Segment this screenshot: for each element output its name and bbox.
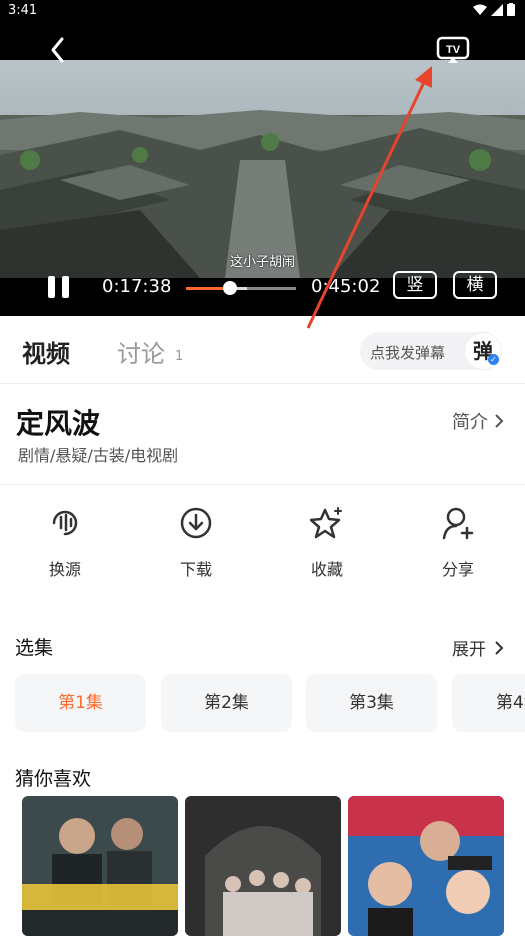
back-arrow-icon[interactable] — [46, 36, 70, 64]
danmaku-input-button[interactable]: 点我发弹幕 弹 ✓ — [360, 332, 502, 370]
tv-cast-button[interactable]: TV — [436, 36, 470, 64]
danmaku-icon[interactable]: 弹 ✓ — [464, 332, 502, 370]
tv-cast-icon: TV — [436, 36, 470, 63]
expand-episodes-link[interactable]: 展开 — [452, 635, 504, 660]
discuss-count-badge: 1 — [175, 349, 184, 364]
episode-item-3[interactable]: 第3集 — [306, 674, 437, 732]
download-button[interactable]: 下载 — [151, 506, 241, 580]
content-tabs: 视频 讨论 1 点我发弹幕 弹 ✓ — [0, 316, 525, 384]
video-player[interactable]: TV 这小子胡闹 0:17:38 0:45:02 竖 横 — [0, 22, 525, 316]
wifi-icon — [473, 4, 487, 15]
pause-icon — [48, 276, 55, 298]
recommend-section-title: 猜你喜欢 — [15, 768, 92, 790]
episodes-section-title: 选集 — [15, 637, 54, 659]
star-icon — [309, 507, 342, 539]
recommend-poster-3[interactable] — [348, 796, 504, 936]
favorite-button[interactable]: 收藏 — [282, 506, 372, 580]
landscape-button[interactable]: 横 — [453, 271, 497, 299]
current-time: 0:17:38 — [102, 276, 172, 297]
pause-button[interactable] — [48, 276, 70, 300]
divider — [0, 484, 525, 485]
chevron-right-icon — [495, 640, 504, 655]
progress-knob[interactable] — [223, 281, 237, 295]
download-icon — [180, 507, 212, 539]
show-title: 定风波 — [16, 407, 101, 440]
tab-video[interactable]: 视频 — [22, 334, 70, 369]
battery-icon — [507, 3, 515, 16]
intro-label: 简介 — [452, 412, 488, 433]
status-icons — [473, 3, 515, 16]
tv-label: TV — [446, 44, 461, 56]
share-button[interactable]: 分享 — [413, 506, 503, 580]
signal-icon — [491, 3, 503, 16]
expand-label: 展开 — [452, 640, 486, 660]
show-genres: 剧情/悬疑/古装/电视剧 — [18, 446, 179, 465]
poster-image-2 — [185, 796, 341, 936]
recommend-poster-2[interactable] — [185, 796, 341, 936]
status-time: 3:41 — [8, 3, 38, 18]
check-badge-icon: ✓ — [488, 354, 499, 365]
player-controls: 0:17:38 0:45:02 竖 横 — [0, 268, 525, 308]
share-label: 分享 — [441, 560, 474, 579]
intro-link[interactable]: 简介 — [452, 408, 504, 434]
chevron-right-icon — [495, 414, 504, 428]
favorite-label: 收藏 — [310, 560, 343, 579]
video-scene-image — [0, 60, 525, 278]
poster-image-3 — [348, 796, 504, 936]
share-user-icon — [442, 507, 474, 540]
portrait-button[interactable]: 竖 — [393, 271, 437, 299]
progress-bar[interactable] — [186, 281, 296, 295]
video-frame[interactable] — [0, 60, 525, 278]
switch-source-icon — [52, 510, 78, 536]
episode-item-1[interactable]: 第1集 — [15, 674, 146, 732]
episode-item-2[interactable]: 第2集 — [161, 674, 292, 732]
danmaku-placeholder: 点我发弹幕 — [370, 344, 446, 362]
switch-source-button[interactable]: 换源 — [20, 506, 110, 580]
tab-discuss[interactable]: 讨论 — [117, 334, 165, 369]
switch-source-label: 换源 — [48, 560, 81, 579]
total-time: 0:45:02 — [311, 276, 381, 297]
poster-image-1 — [22, 796, 178, 936]
episode-item-4[interactable]: 第4集 — [452, 674, 525, 732]
status-bar: 3:41 — [0, 0, 525, 22]
recommend-poster-1[interactable] — [22, 796, 178, 936]
download-label: 下载 — [179, 560, 212, 579]
